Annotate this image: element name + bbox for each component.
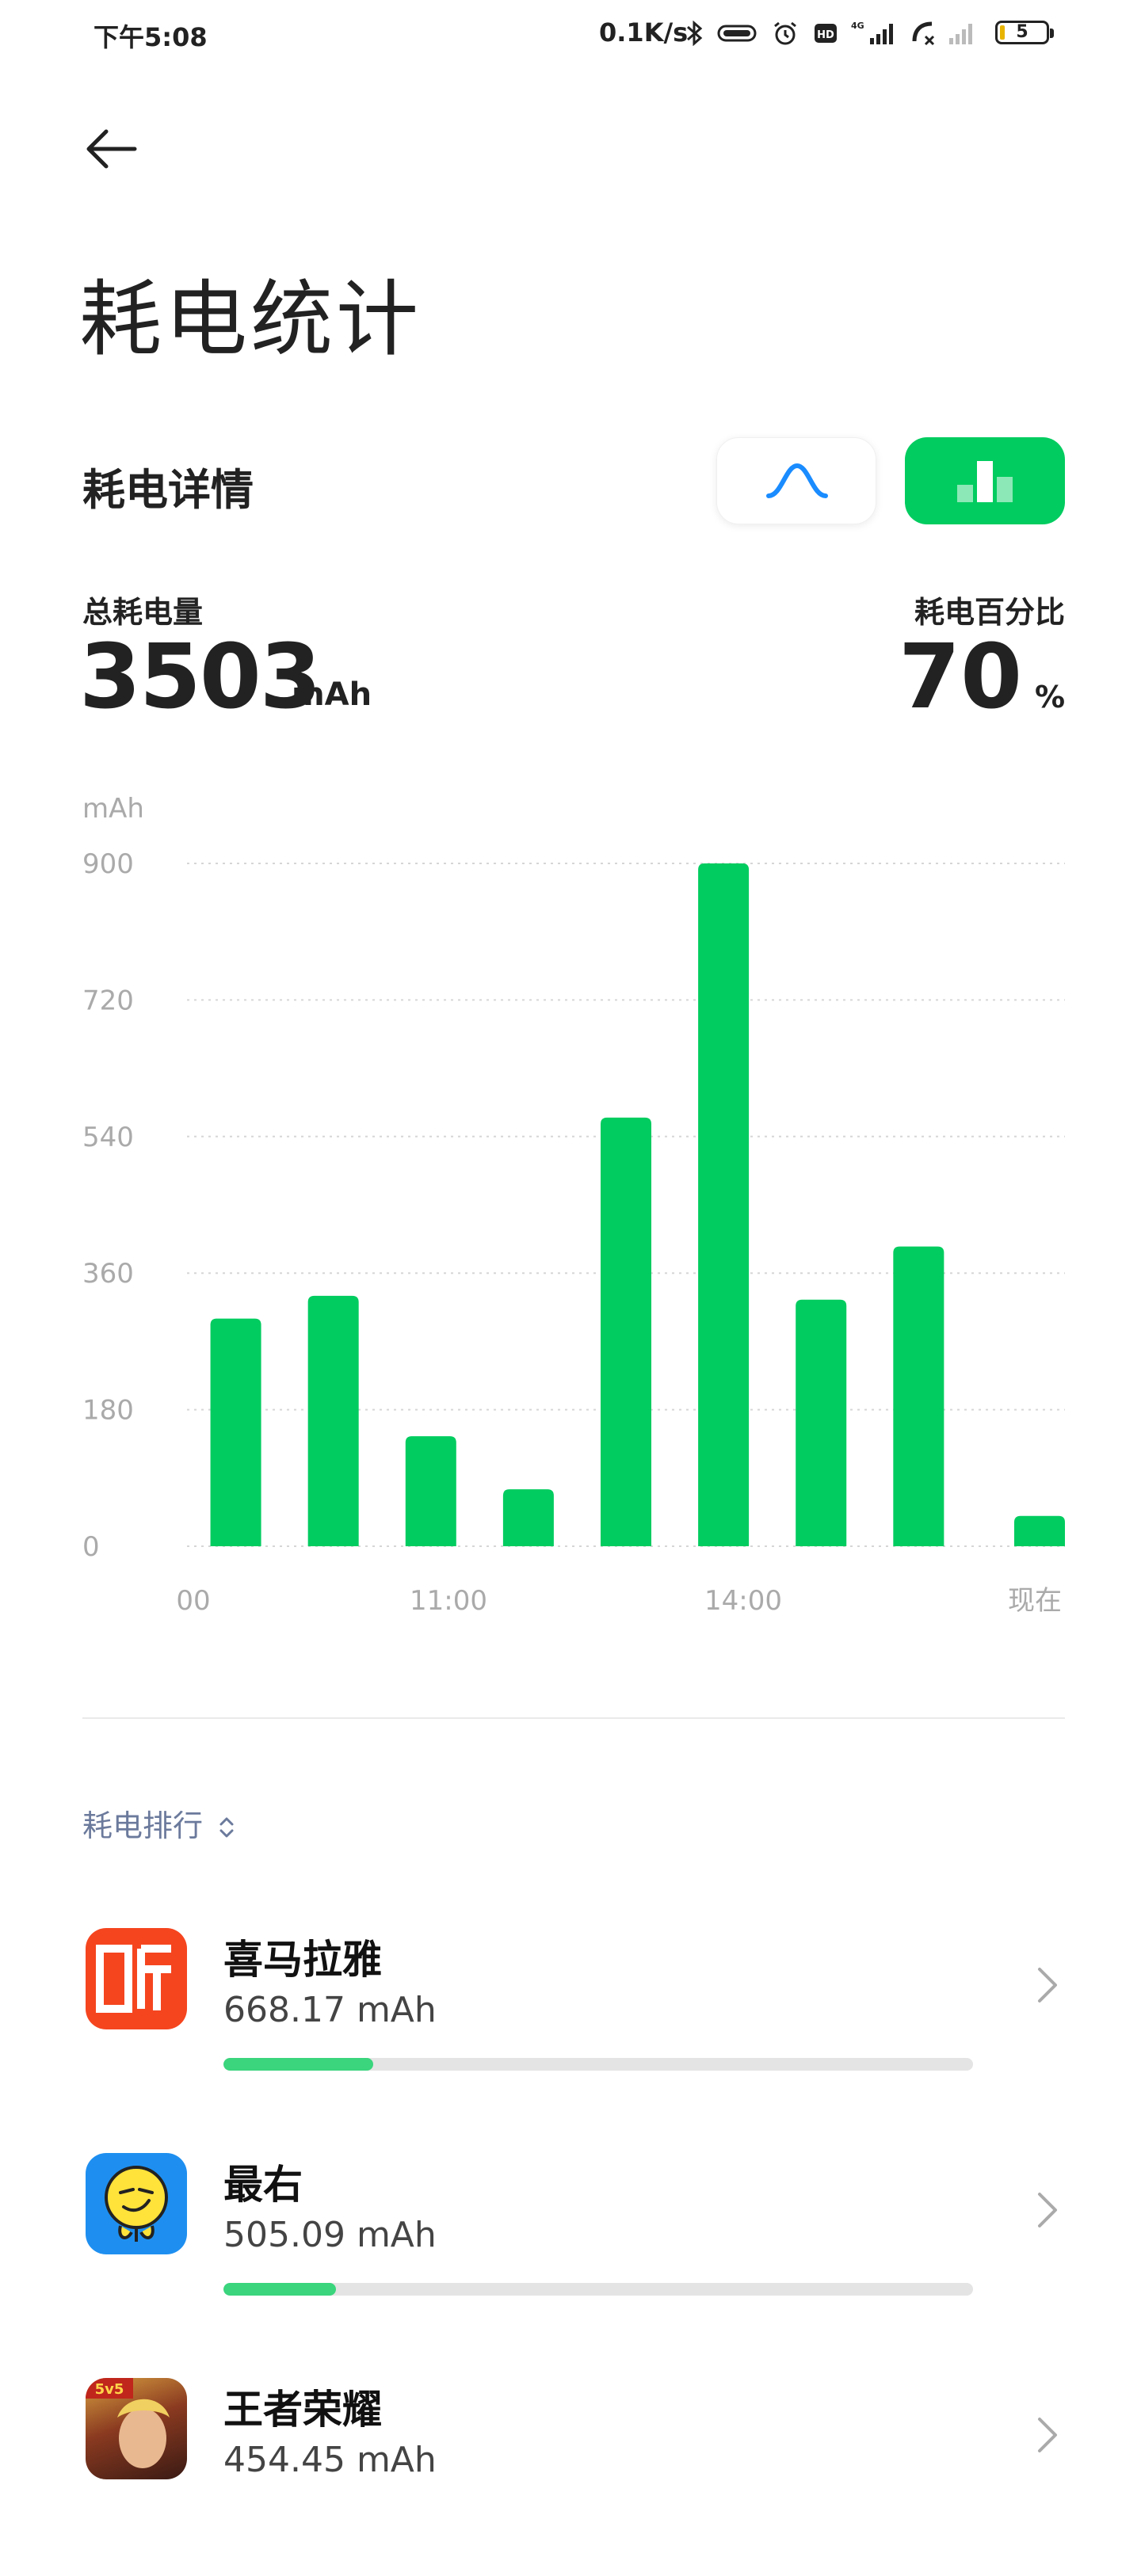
- bar: [601, 1117, 651, 1546]
- line-chart-toggle[interactable]: [716, 437, 876, 524]
- wave-icon: [766, 463, 828, 498]
- signal-icon: [949, 24, 972, 44]
- sort-updown-icon: [219, 1817, 234, 1838]
- percent-value: 70: [899, 626, 1022, 729]
- x-tick-label: 14:00: [704, 1585, 782, 1617]
- app-name: 最右: [223, 2162, 303, 2208]
- ranking-label: 耗电排行: [82, 1808, 204, 1843]
- app-progress-fill: [223, 2283, 336, 2296]
- chevron-right-icon: [1038, 2193, 1057, 2227]
- y-tick-label: 0: [82, 1531, 100, 1563]
- section-title: 耗电详情: [82, 465, 254, 515]
- consumption-bar-chart: mAh 0 180 360 540 720 900 00 11:00 14:00 现在: [82, 793, 1065, 1617]
- y-tick-label: 540: [82, 1122, 134, 1153]
- app-name: 王者荣耀: [223, 2387, 382, 2433]
- app-consumption: 454.45 mAh: [223, 2440, 437, 2480]
- svg-text:HD: HD: [817, 29, 834, 41]
- percent-unit: %: [1035, 680, 1066, 714]
- vowifi-icon: [717, 25, 757, 42]
- bar: [1014, 1515, 1065, 1546]
- bar: [796, 1299, 847, 1546]
- bar-chart-icon: [957, 461, 1013, 502]
- alarm-icon: [774, 21, 796, 45]
- app-row-zuiyou[interactable]: 最右 505.09 mAh: [0, 2153, 1141, 2351]
- y-tick-label: 180: [82, 1395, 134, 1427]
- svg-text:4G: 4G: [851, 21, 864, 31]
- bar: [210, 1318, 261, 1546]
- app-progress-track: [223, 2283, 973, 2296]
- app-row-honor-of-kings[interactable]: 5v5 王者荣耀 454.45 mAh: [0, 2378, 1141, 2576]
- percent-label: 耗电百分比: [914, 595, 1065, 630]
- bar: [405, 1436, 456, 1546]
- chevron-right-icon: [1038, 1968, 1057, 2002]
- chevron-right-icon: [1038, 2418, 1057, 2452]
- call-icon: [912, 21, 935, 46]
- x-tick-label: 00: [176, 1585, 210, 1617]
- svg-text:5v5: 5v5: [95, 2381, 124, 2398]
- bar: [502, 1489, 554, 1546]
- total-consumption-label: 总耗电量: [82, 595, 204, 630]
- app-consumption: 668.17 mAh: [223, 1990, 437, 2030]
- y-tick-label: 720: [82, 985, 134, 1016]
- app-progress-track: [223, 2058, 973, 2071]
- network-speed: 0.1K/s: [599, 17, 689, 48]
- total-consumption-value: 3503: [79, 626, 322, 729]
- ranking-sort-button[interactable]: 耗电排行: [82, 1801, 236, 1845]
- page-title: 耗电统计: [79, 271, 422, 368]
- status-time: 下午5:08: [93, 22, 208, 52]
- x-tick-label: 11:00: [410, 1585, 487, 1617]
- y-axis-label: mAh: [82, 793, 144, 825]
- bluetooth-icon: [687, 21, 703, 46]
- y-tick-label: 900: [82, 848, 134, 880]
- battery-level: 5: [1016, 22, 1028, 42]
- app-name: 喜马拉雅: [223, 1937, 382, 1983]
- bar: [307, 1295, 359, 1546]
- ximalaya-icon: [86, 1928, 187, 2029]
- total-consumption-unit: mAh: [292, 676, 372, 713]
- hd-icon: HD: [815, 24, 837, 43]
- arrow-left-icon[interactable]: [79, 119, 143, 182]
- bar: [893, 1246, 944, 1546]
- app-row-ximalaya[interactable]: 喜马拉雅 668.17 mAh: [0, 1928, 1141, 2126]
- battery-icon: 5: [995, 21, 1054, 44]
- bar: [698, 863, 750, 1546]
- app-progress-fill: [223, 2058, 374, 2071]
- honor-of-kings-icon: 5v5: [86, 2378, 187, 2479]
- app-consumption: 505.09 mAh: [223, 2215, 437, 2255]
- signal-4g-icon: 4G: [851, 21, 893, 44]
- y-tick-label: 360: [82, 1258, 134, 1290]
- x-tick-label: 现在: [1008, 1585, 1062, 1617]
- bar-chart-toggle[interactable]: [905, 437, 1065, 524]
- zuiyou-icon: [86, 2153, 187, 2254]
- divider: [82, 1717, 1065, 1719]
